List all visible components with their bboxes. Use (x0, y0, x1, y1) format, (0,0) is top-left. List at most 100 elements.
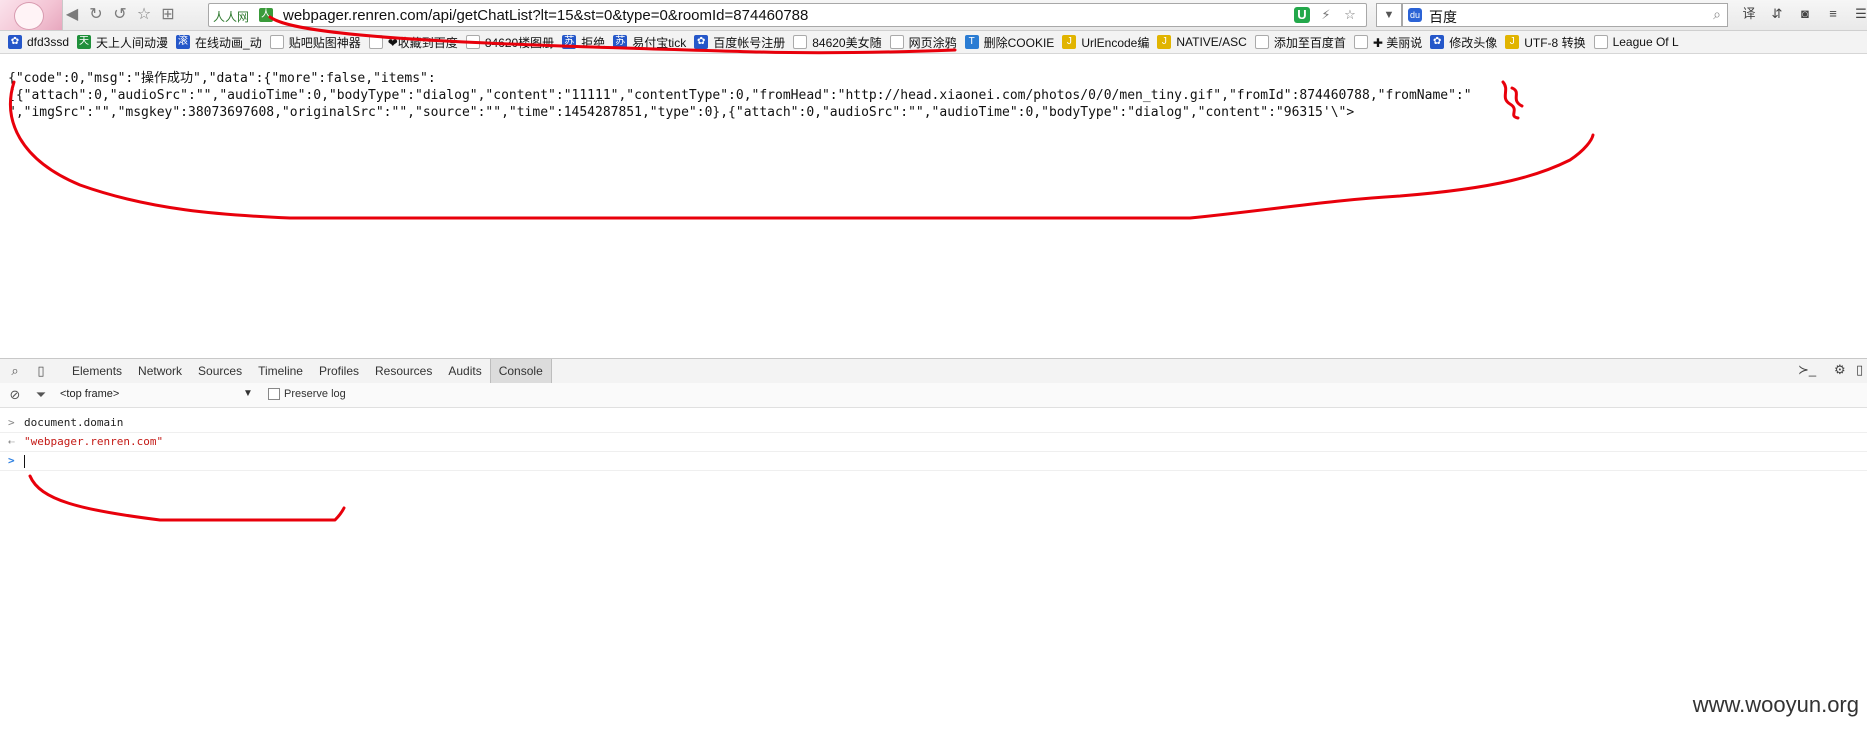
page-icon: J (1505, 35, 1520, 49)
page-icon (889, 35, 904, 49)
preserve-log-checkbox[interactable] (268, 388, 280, 400)
page-icon (793, 35, 808, 49)
filter-icon[interactable]: ⏷ (32, 386, 50, 404)
page-icon: 滚 (176, 35, 191, 49)
json-response: {"code":0,"msg":"操作成功","data":{"more":fa… (8, 70, 1538, 121)
star-icon[interactable]: ☆ (134, 5, 154, 25)
mask-icon[interactable]: ◙ (1796, 5, 1814, 23)
bookmark-item[interactable]: 84620美女随 (793, 34, 882, 51)
paw-icon: ✿ (1430, 35, 1445, 49)
preserve-log-label: Preserve log (284, 388, 346, 400)
page-icon: J (1062, 35, 1077, 49)
bookmark-item[interactable]: 苏拒绝 (562, 34, 605, 51)
device-icon[interactable]: ▯ (32, 362, 50, 380)
bookmark-item[interactable]: ❤收藏到百度 (368, 34, 458, 51)
browser-toolbar: ◀ ↻ ↺ ☆ ⊞ 人人网 人 webpager.renren.com/api/… (0, 0, 1867, 31)
su-icon: 苏 (613, 35, 628, 49)
page-icon (1593, 35, 1608, 49)
bookmark-item[interactable]: 天天上人间动漫 (77, 34, 168, 51)
tab-sources[interactable]: Sources (190, 359, 250, 383)
tab-profiles[interactable]: Profiles (311, 359, 367, 383)
address-bar[interactable]: 人人网 人 webpager.renren.com/api/getChatLis… (208, 3, 1367, 27)
devtools-tabbar: ⌕ ▯ Elements Network Sources Timeline Pr… (0, 358, 1867, 384)
baidu-icon: du (1408, 8, 1422, 22)
clear-console-icon[interactable]: ⊘ (6, 386, 24, 404)
page-icon (269, 35, 284, 49)
tab-console[interactable]: Console (489, 359, 552, 383)
tab-audits[interactable]: Audits (440, 359, 489, 383)
translate-icon[interactable]: 译 (1740, 5, 1758, 23)
bookmark-item[interactable]: ✿ 百度帐号注册 (694, 34, 785, 51)
dropdown-icon[interactable]: ▼ (1376, 3, 1402, 27)
apps-icon[interactable]: ⊞ (158, 5, 178, 25)
menu-icon[interactable]: ☰ (1852, 5, 1867, 23)
dock-icon[interactable]: ▯ (1856, 362, 1863, 378)
url-text[interactable]: webpager.renren.com/api/getChatList?lt=1… (283, 7, 808, 24)
profile-avatar[interactable] (0, 0, 63, 30)
chevron-down-icon[interactable]: ▼ (243, 388, 253, 399)
inspect-icon[interactable]: ⌕ (6, 362, 24, 380)
page-icon (368, 35, 383, 49)
watermark: www.wooyun.org (1692, 692, 1859, 717)
lightning-icon[interactable]: ⚡ (1318, 7, 1334, 23)
tian-icon: 天 (77, 35, 92, 49)
console-underline-mark (28, 474, 346, 522)
result-arrow-icon: ⇠ (8, 435, 15, 448)
console-result-line: ⇠ "webpager.renren.com" (0, 433, 1867, 452)
incognito-icon[interactable]: ≡ (1824, 5, 1842, 23)
bookmark-item[interactable]: 84620楼图册 (465, 34, 554, 51)
tab-timeline[interactable]: Timeline (250, 359, 311, 383)
tab-elements[interactable]: Elements (64, 359, 130, 383)
bookmark-item[interactable]: 贴吧贴图神器 (269, 34, 361, 51)
tab-resources[interactable]: Resources (367, 359, 440, 383)
page-icon (1254, 35, 1269, 49)
console-prompt[interactable]: > (0, 452, 1867, 471)
frame-select[interactable]: <top frame> (60, 388, 119, 400)
drawer-icon[interactable]: ≻_ (1798, 362, 1816, 378)
console-result-text: "webpager.renren.com" (24, 435, 164, 448)
bookmark-item[interactable]: J NATIVE/ASC (1157, 35, 1247, 49)
bookmark-item[interactable]: J UrlEncode编 (1062, 34, 1149, 51)
bookmark-item[interactable]: 网页涂鸦 (889, 34, 957, 51)
bookmark-item[interactable]: ✿ 修改头像 (1430, 34, 1497, 51)
site-tag: 人人网 (213, 10, 250, 24)
back-icon[interactable]: ◀ (62, 5, 82, 25)
bookmark-item[interactable]: League Of L (1593, 35, 1679, 49)
bookmark-star-icon[interactable]: ☆ (1342, 7, 1358, 23)
console-input-line: > document.domain (0, 414, 1867, 433)
site-badge-icon: 人 (259, 8, 273, 22)
bookmark-item[interactable]: 滚在线动画_动 (176, 34, 262, 51)
prompt-chevron-icon: > (8, 454, 15, 467)
page-icon (465, 35, 480, 49)
bookmark-item[interactable]: ✿ dfd3ssd (8, 35, 69, 49)
console-output: > document.domain ⇠ "webpager.renren.com… (0, 414, 1867, 471)
search-input[interactable]: 百度 (1429, 7, 1457, 27)
page-icon: J (1157, 35, 1172, 49)
json-line: ","imgSrc":"","msgkey":38073697608,"orig… (8, 105, 1363, 120)
refresh-icon[interactable]: ↻ (86, 5, 106, 25)
console-input-text: document.domain (24, 416, 124, 429)
bookmark-item[interactable]: ✚ 美丽说 (1353, 34, 1422, 51)
json-line: {"code":0,"msg":"操作成功","data":{"more":fa… (8, 71, 436, 86)
paw-icon: ✿ (694, 35, 709, 49)
search-icon[interactable]: ⌕ (1713, 6, 1721, 23)
tab-network[interactable]: Network (130, 359, 190, 383)
search-bar[interactable]: du 百度 ⌕ (1402, 3, 1728, 27)
json-line: [{"attach":0,"audioSrc":"","audioTime":0… (8, 88, 1472, 103)
text-caret (24, 455, 25, 468)
su-icon: 苏 (562, 35, 577, 49)
extension-icon[interactable]: ⇵ (1768, 5, 1786, 23)
shield-icon: T (964, 35, 979, 49)
bookmarks-bar: ✿ dfd3ssd 天天上人间动漫 滚在线动画_动 贴吧贴图神器 ❤收藏到百度 8… (0, 31, 1867, 54)
bookmark-item[interactable]: 苏易付宝tick (613, 34, 686, 51)
preserve-log-toggle[interactable]: Preserve log (268, 388, 346, 400)
undo-icon[interactable]: ↺ (110, 5, 130, 25)
gear-icon[interactable]: ⚙ (1834, 362, 1846, 378)
page-icon (1353, 35, 1368, 49)
input-chevron-icon: > (8, 416, 15, 429)
shield-icon[interactable]: U (1294, 7, 1310, 23)
bookmark-item[interactable]: 添加至百度首 (1254, 34, 1346, 51)
bookmark-item[interactable]: T 删除COOKIE (964, 34, 1054, 51)
paw-icon: ✿ (8, 35, 22, 49)
bookmark-item[interactable]: J UTF-8 转换 (1505, 34, 1586, 51)
